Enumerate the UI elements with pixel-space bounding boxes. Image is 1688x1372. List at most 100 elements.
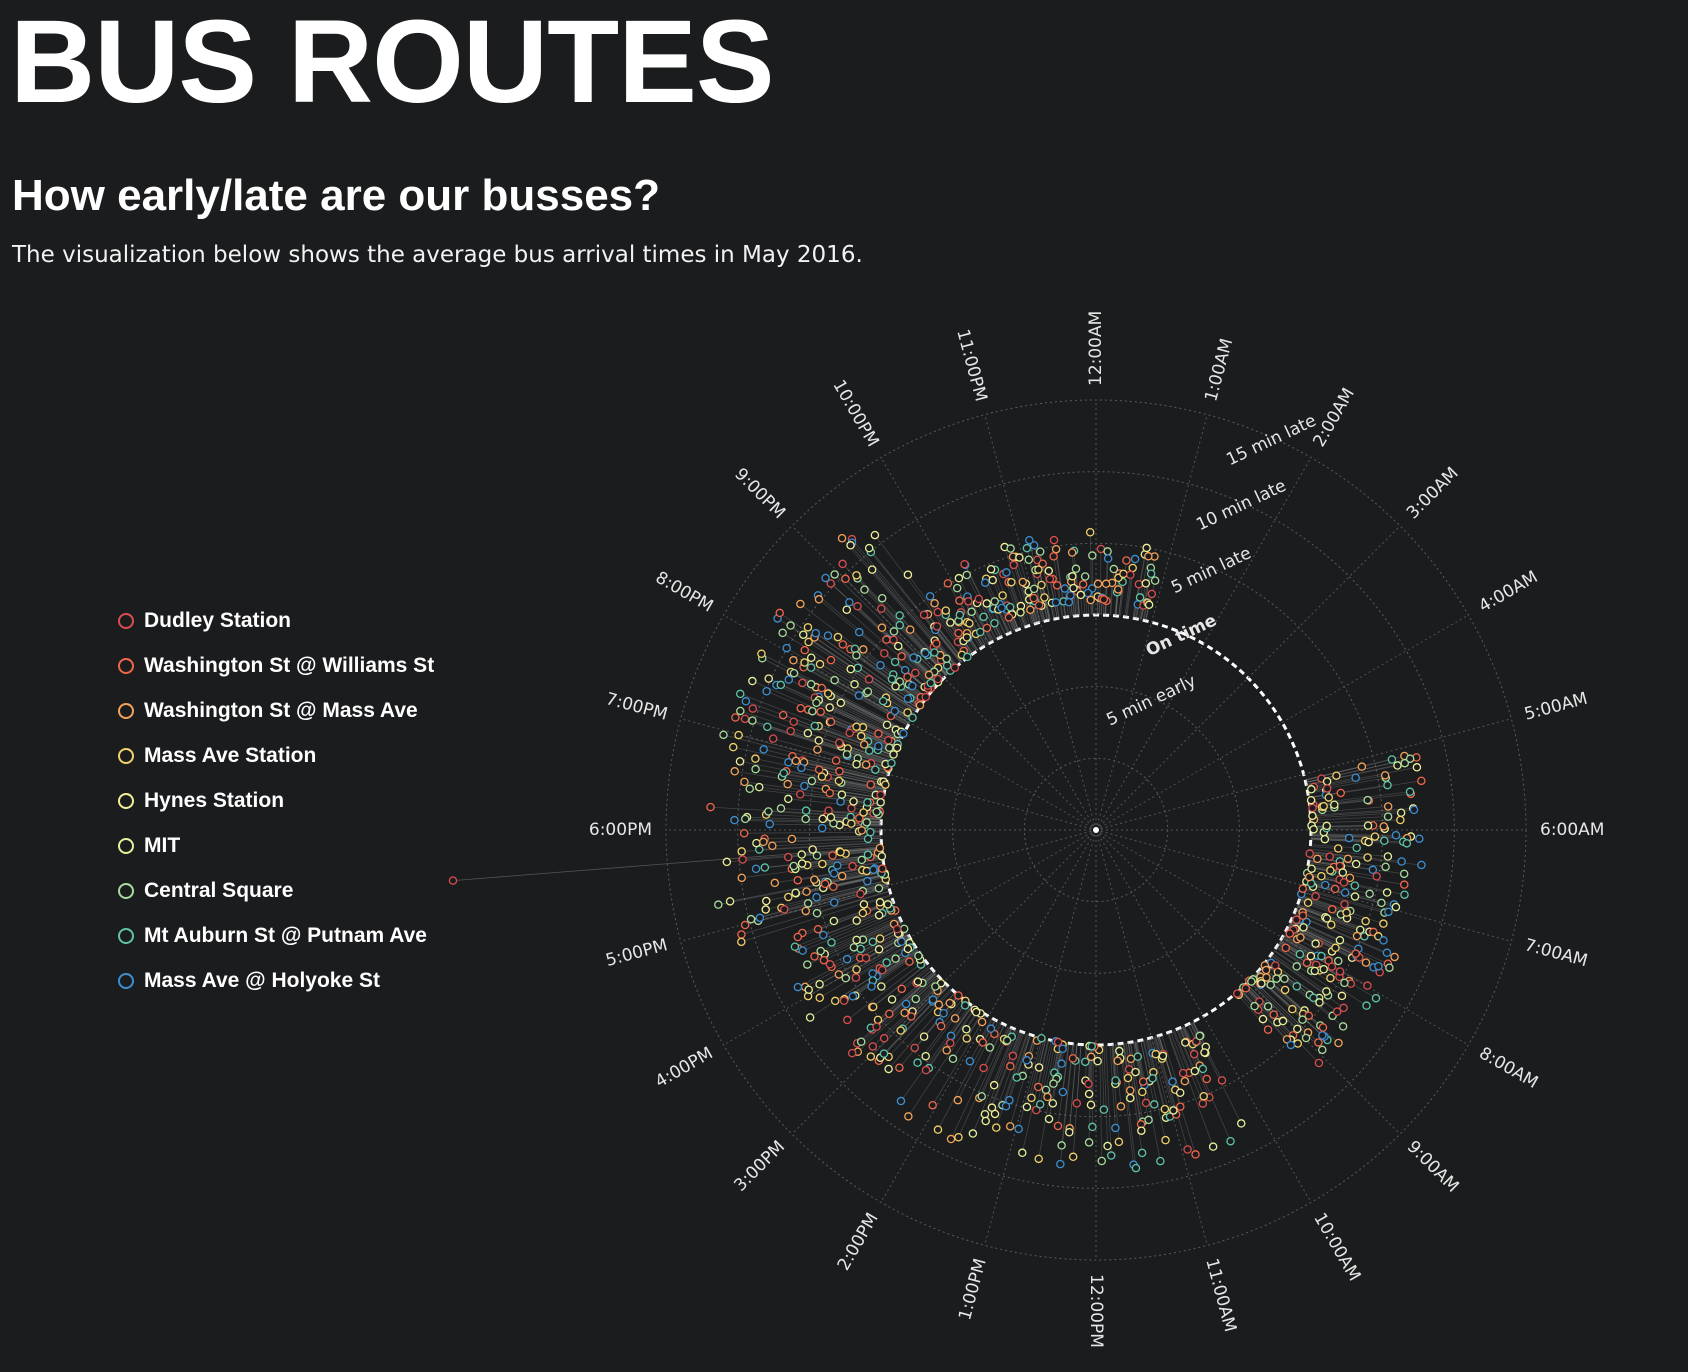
arrival-point[interactable] (1372, 872, 1381, 881)
arrival-point[interactable] (868, 937, 878, 947)
arrival-point[interactable] (778, 628, 787, 638)
arrival-point[interactable] (1202, 1074, 1211, 1084)
arrival-point[interactable] (853, 663, 863, 673)
arrival-point[interactable] (982, 599, 992, 608)
arrival-point[interactable] (1037, 1033, 1046, 1043)
arrival-point[interactable] (849, 797, 858, 806)
arrival-point[interactable] (1405, 787, 1415, 797)
arrival-point[interactable] (748, 716, 757, 725)
arrival-point[interactable] (921, 692, 931, 702)
arrival-point[interactable] (1113, 1056, 1122, 1066)
arrival-point[interactable] (759, 837, 768, 847)
arrival-point[interactable] (832, 861, 842, 870)
arrival-point[interactable] (919, 1032, 929, 1041)
arrival-point[interactable] (963, 652, 972, 662)
arrival-point[interactable] (752, 838, 761, 848)
arrival-point[interactable] (903, 694, 913, 704)
arrival-point[interactable] (856, 731, 866, 741)
arrival-point[interactable] (793, 932, 803, 942)
arrival-point[interactable] (1071, 564, 1081, 574)
arrival-point[interactable] (1318, 1031, 1327, 1040)
arrival-point[interactable] (730, 815, 739, 825)
arrival-point[interactable] (1314, 1038, 1323, 1047)
arrival-point[interactable] (877, 604, 886, 613)
arrival-point[interactable] (1149, 1100, 1159, 1109)
arrival-point[interactable] (1310, 966, 1320, 976)
arrival-point[interactable] (830, 570, 839, 579)
arrival-point[interactable] (739, 828, 749, 838)
arrival-point[interactable] (852, 722, 861, 732)
arrival-point[interactable] (1141, 1098, 1151, 1108)
arrival-point[interactable] (1106, 1151, 1116, 1160)
arrival-point[interactable] (783, 779, 792, 789)
arrival-point[interactable] (933, 1125, 943, 1134)
arrival-point[interactable] (911, 668, 920, 678)
arrival-point[interactable] (921, 648, 930, 658)
arrival-point[interactable] (1190, 1066, 1200, 1076)
arrival-point[interactable] (1067, 548, 1077, 557)
arrival-point[interactable] (876, 660, 885, 670)
arrival-point[interactable] (905, 625, 915, 634)
arrival-point[interactable] (1390, 952, 1399, 962)
arrival-point[interactable] (1330, 800, 1339, 810)
arrival-point[interactable] (817, 823, 827, 833)
arrival-point[interactable] (1361, 958, 1371, 967)
arrival-point[interactable] (882, 720, 892, 730)
arrival-point[interactable] (882, 958, 891, 967)
arrival-point[interactable] (797, 850, 806, 859)
arrival-point[interactable] (1123, 1073, 1133, 1083)
arrival-point[interactable] (741, 697, 751, 706)
arrival-point[interactable] (825, 788, 835, 798)
arrival-point[interactable] (1328, 905, 1337, 914)
arrival-point[interactable] (1007, 577, 1016, 587)
arrival-point[interactable] (796, 703, 805, 713)
arrival-point[interactable] (1053, 1121, 1063, 1131)
arrival-point[interactable] (779, 768, 789, 778)
arrival-point[interactable] (1014, 1124, 1023, 1134)
arrival-point[interactable] (1029, 584, 1039, 594)
arrival-point[interactable] (883, 900, 893, 909)
arrival-point[interactable] (1384, 907, 1393, 917)
arrival-point[interactable] (1363, 821, 1373, 830)
arrival-point[interactable] (904, 1112, 913, 1121)
arrival-point[interactable] (873, 1015, 883, 1025)
arrival-point[interactable] (1302, 958, 1312, 968)
arrival-point[interactable] (1111, 1123, 1120, 1133)
arrival-point[interactable] (1018, 577, 1028, 587)
arrival-point[interactable] (896, 1026, 905, 1035)
arrival-point[interactable] (791, 888, 800, 898)
arrival-point[interactable] (1103, 554, 1113, 563)
arrival-point[interactable] (877, 965, 887, 975)
arrival-point[interactable] (736, 706, 745, 716)
arrival-point[interactable] (1396, 815, 1405, 825)
arrival-point[interactable] (980, 1109, 990, 1119)
arrival-point[interactable] (952, 583, 962, 593)
arrival-point[interactable] (762, 896, 771, 906)
arrival-point[interactable] (875, 843, 885, 853)
arrival-point[interactable] (1198, 1099, 1208, 1108)
arrival-point[interactable] (831, 756, 841, 765)
arrival-point[interactable] (982, 623, 992, 633)
arrival-point[interactable] (894, 641, 903, 651)
arrival-point[interactable] (1333, 844, 1343, 853)
arrival-point[interactable] (1308, 811, 1317, 821)
arrival-point[interactable] (889, 635, 898, 645)
arrival-point[interactable] (1306, 951, 1316, 961)
arrival-point[interactable] (1043, 1092, 1052, 1102)
arrival-point[interactable] (985, 1043, 995, 1052)
arrival-point[interactable] (862, 818, 871, 827)
arrival-point[interactable] (1018, 1148, 1027, 1158)
arrival-point[interactable] (932, 622, 942, 631)
arrival-point[interactable] (1052, 581, 1062, 590)
arrival-point[interactable] (932, 639, 941, 648)
arrival-point[interactable] (786, 726, 795, 736)
arrival-point[interactable] (1175, 1088, 1185, 1098)
arrival-point[interactable] (1327, 962, 1337, 971)
arrival-point[interactable] (751, 754, 760, 763)
arrival-point[interactable] (1189, 1049, 1199, 1059)
arrival-point[interactable] (1049, 1079, 1058, 1088)
arrival-point[interactable] (955, 610, 965, 620)
arrival-point[interactable] (856, 944, 865, 954)
arrival-point[interactable] (817, 772, 827, 781)
arrival-point[interactable] (1332, 771, 1341, 780)
